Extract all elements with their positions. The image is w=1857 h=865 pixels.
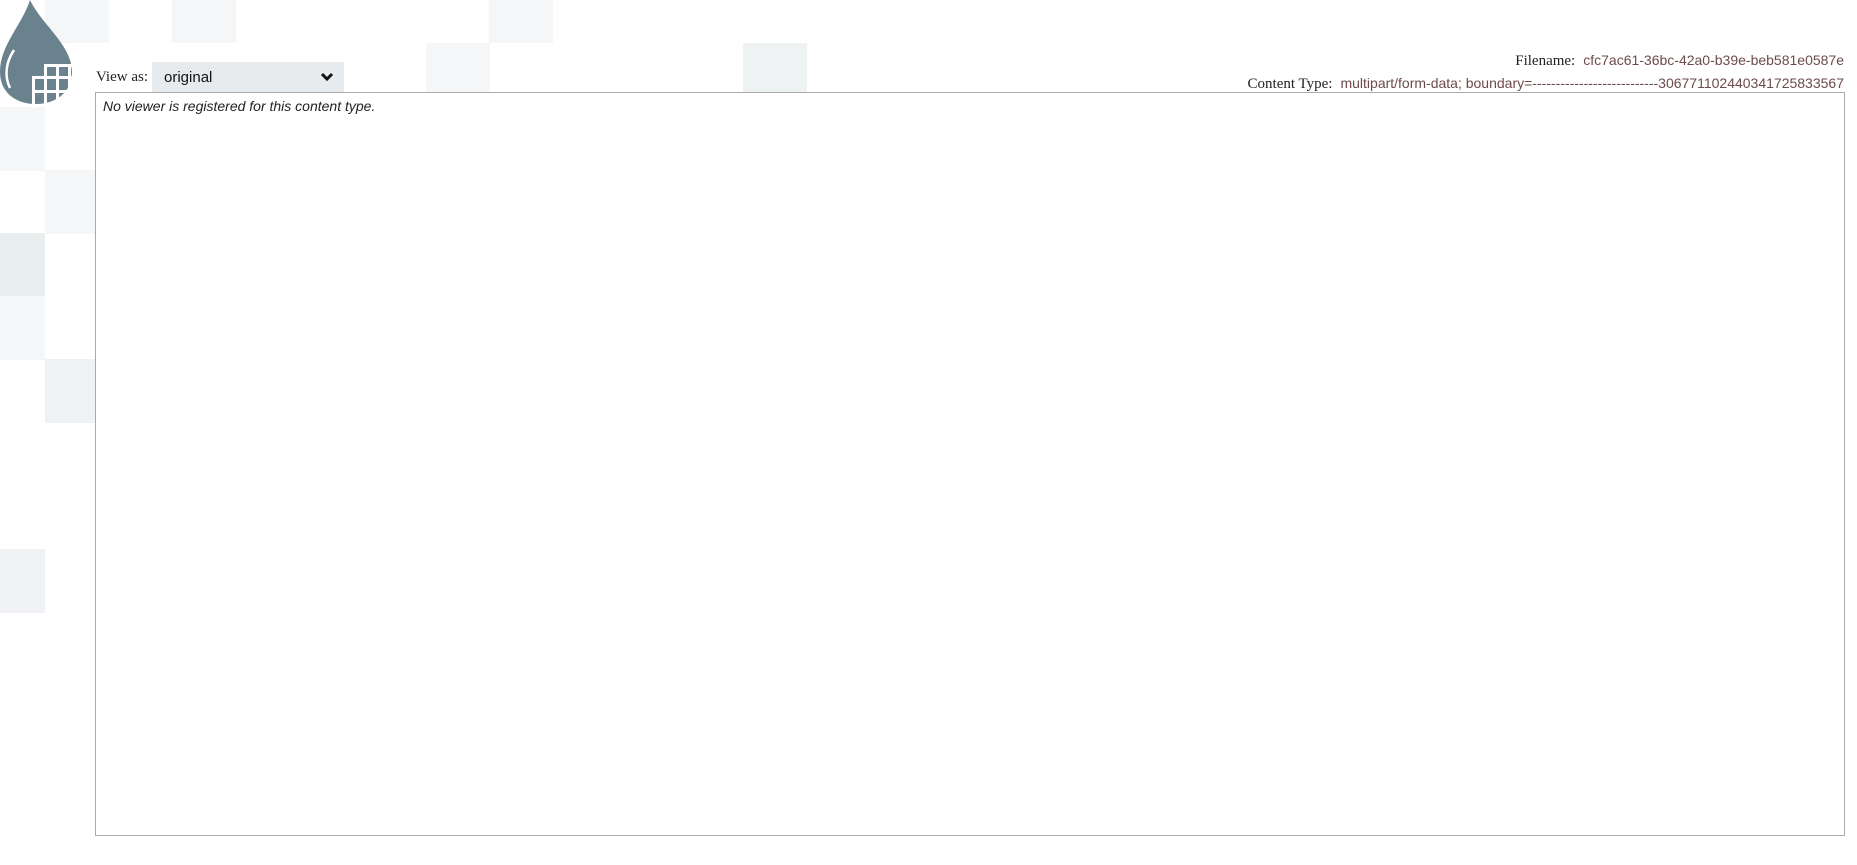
filename-value: cfc7ac61-36bc-42a0-b39e-beb581e0587e: [1583, 52, 1844, 68]
bg-square: [45, 170, 95, 234]
bg-square: [0, 296, 45, 360]
filename-row: Filename: cfc7ac61-36bc-42a0-b39e-beb581e…: [1248, 49, 1844, 72]
bg-square: [172, 0, 236, 43]
chevron-down-icon: [320, 72, 334, 82]
bg-square: [426, 43, 490, 93]
logo-drop-icon: [0, 0, 75, 108]
bg-square: [45, 359, 95, 423]
file-metadata: Filename: cfc7ac61-36bc-42a0-b39e-beb581e…: [1248, 49, 1844, 95]
view-as-select[interactable]: original: [152, 62, 345, 92]
content-type-value: multipart/form-data; boundary=----------…: [1340, 75, 1844, 91]
filename-label: Filename:: [1515, 53, 1576, 69]
bg-square: [0, 549, 45, 613]
view-as-control: View as: original: [96, 62, 345, 92]
view-as-label: View as:: [96, 68, 149, 85]
no-viewer-message: No viewer is registered for this content…: [103, 98, 376, 114]
bg-square: [0, 107, 45, 171]
view-as-selected-value: original: [164, 68, 213, 86]
content-viewer: No viewer is registered for this content…: [95, 92, 1845, 836]
content-type-label: Content Type:: [1247, 76, 1333, 92]
bg-square: [489, 0, 553, 43]
bg-square: [743, 43, 807, 93]
bg-square: [0, 233, 45, 297]
